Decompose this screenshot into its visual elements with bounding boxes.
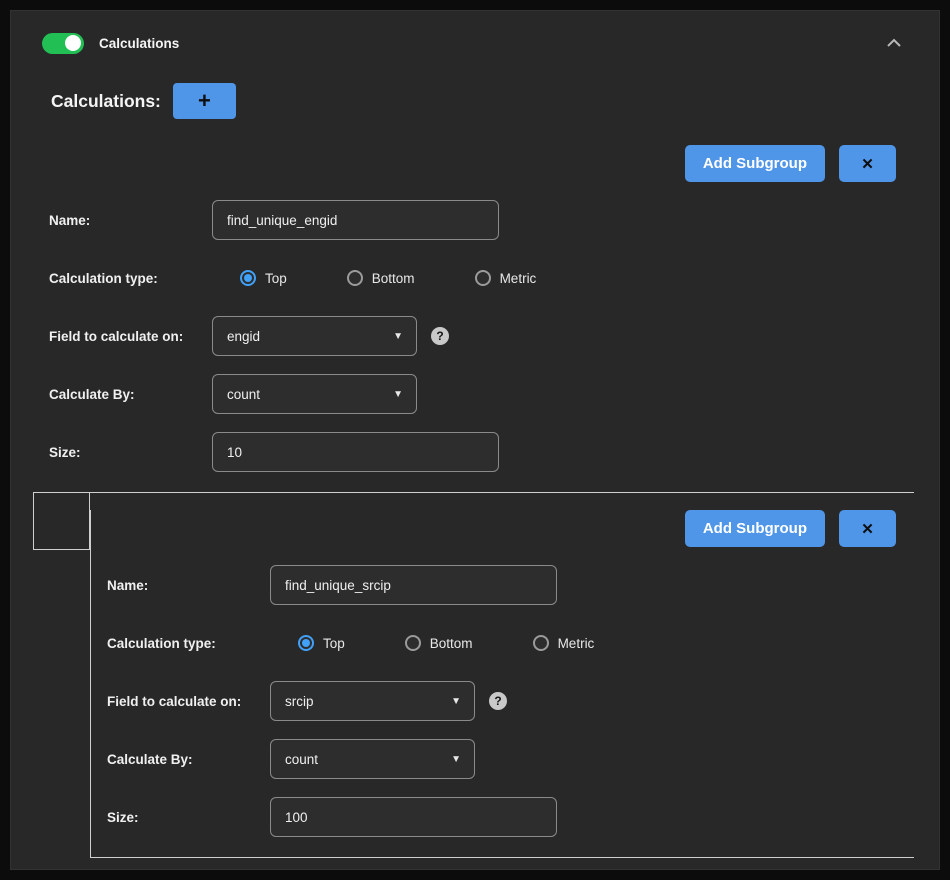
section-title: Calculations:	[51, 91, 161, 112]
subgroup-section: Add Subgroup ✕ Name: Calculation type: T…	[33, 492, 914, 858]
calc-by-row-2: Calculate By: count ▼	[107, 739, 896, 779]
name-input-1[interactable]	[212, 200, 499, 240]
calc-by-label-1: Calculate By:	[49, 387, 212, 402]
help-icon-2[interactable]: ?	[489, 692, 507, 710]
subgroup-connector	[33, 493, 90, 550]
name-label-2: Name:	[107, 578, 270, 593]
add-subgroup-button-2[interactable]: Add Subgroup	[685, 510, 825, 547]
radio-metric-circle-2	[533, 635, 549, 651]
calculations-section-header: Calculations: +	[51, 83, 914, 119]
radio-bottom-circle-2	[405, 635, 421, 651]
add-subgroup-button-1[interactable]: Add Subgroup	[685, 145, 825, 182]
size-row-1: Size:	[49, 432, 914, 472]
size-input-1[interactable]	[212, 432, 499, 472]
calc-by-select-2[interactable]: count ▼	[270, 739, 475, 779]
calc-type-radio-group-1: Top Bottom Metric	[212, 270, 536, 286]
calc-type-row-2: Calculation type: Top Bottom Metric	[107, 623, 896, 663]
radio-top-label-1: Top	[265, 271, 287, 286]
field-select-value-2: srcip	[285, 694, 314, 709]
radio-top-label-2: Top	[323, 636, 345, 651]
size-label-1: Size:	[49, 445, 212, 460]
remove-group-button-2[interactable]: ✕	[839, 510, 896, 547]
calc-type-row-1: Calculation type: Top Bottom Metric	[49, 258, 914, 298]
radio-bottom-label-1: Bottom	[372, 271, 415, 286]
toggle-label: Calculations	[99, 36, 179, 51]
name-row-2: Name:	[107, 565, 896, 605]
field-select-value-1: engid	[227, 329, 260, 344]
dropdown-arrow-icon: ▼	[451, 754, 461, 765]
dropdown-arrow-icon: ▼	[393, 389, 403, 400]
collapse-chevron-icon[interactable]	[886, 38, 902, 48]
field-label-2: Field to calculate on:	[107, 694, 270, 709]
calculation-group-1: Add Subgroup ✕ Name: Calculation type: T…	[49, 145, 914, 472]
group-2-actions: Add Subgroup ✕	[107, 510, 896, 547]
size-label-2: Size:	[107, 810, 270, 825]
dropdown-arrow-icon: ▼	[393, 331, 403, 342]
radio-metric-1[interactable]: Metric	[475, 270, 537, 286]
radio-metric-label-1: Metric	[500, 271, 537, 286]
radio-top-circle-1	[240, 270, 256, 286]
size-input-2[interactable]	[270, 797, 557, 837]
name-label-1: Name:	[49, 213, 212, 228]
radio-metric-circle-1	[475, 270, 491, 286]
toggle-knob	[65, 35, 81, 51]
calc-type-label-1: Calculation type:	[49, 271, 212, 286]
field-select-2[interactable]: srcip ▼	[270, 681, 475, 721]
dropdown-arrow-icon: ▼	[451, 696, 461, 707]
calc-by-select-1[interactable]: count ▼	[212, 374, 417, 414]
calc-type-radio-group-2: Top Bottom Metric	[270, 635, 594, 651]
radio-metric-label-2: Metric	[558, 636, 595, 651]
add-calculation-button[interactable]: +	[173, 83, 236, 119]
radio-bottom-circle-1	[347, 270, 363, 286]
calc-by-select-value-2: count	[285, 752, 318, 767]
calc-by-label-2: Calculate By:	[107, 752, 270, 767]
radio-top-circle-2	[298, 635, 314, 651]
radio-top-1[interactable]: Top	[240, 270, 287, 286]
help-icon-1[interactable]: ?	[431, 327, 449, 345]
field-label-1: Field to calculate on:	[49, 329, 212, 344]
calc-type-label-2: Calculation type:	[107, 636, 270, 651]
calc-by-row-1: Calculate By: count ▼	[49, 374, 914, 414]
size-row-2: Size:	[107, 797, 896, 837]
field-row-1: Field to calculate on: engid ▼ ?	[49, 316, 914, 356]
calculations-panel: Calculations Calculations: + Add Subgrou…	[10, 10, 940, 870]
radio-metric-2[interactable]: Metric	[533, 635, 595, 651]
remove-group-button-1[interactable]: ✕	[839, 145, 896, 182]
field-select-1[interactable]: engid ▼	[212, 316, 417, 356]
group-1-actions: Add Subgroup ✕	[49, 145, 896, 182]
radio-bottom-2[interactable]: Bottom	[405, 635, 473, 651]
calc-by-select-value-1: count	[227, 387, 260, 402]
calculation-group-2: Add Subgroup ✕ Name: Calculation type: T…	[90, 510, 914, 858]
name-input-2[interactable]	[270, 565, 557, 605]
radio-bottom-label-2: Bottom	[430, 636, 473, 651]
field-row-2: Field to calculate on: srcip ▼ ?	[107, 681, 896, 721]
panel-header: Calculations	[33, 32, 914, 54]
radio-top-2[interactable]: Top	[298, 635, 345, 651]
radio-bottom-1[interactable]: Bottom	[347, 270, 415, 286]
calculations-toggle[interactable]	[42, 33, 84, 54]
name-row-1: Name:	[49, 200, 914, 240]
